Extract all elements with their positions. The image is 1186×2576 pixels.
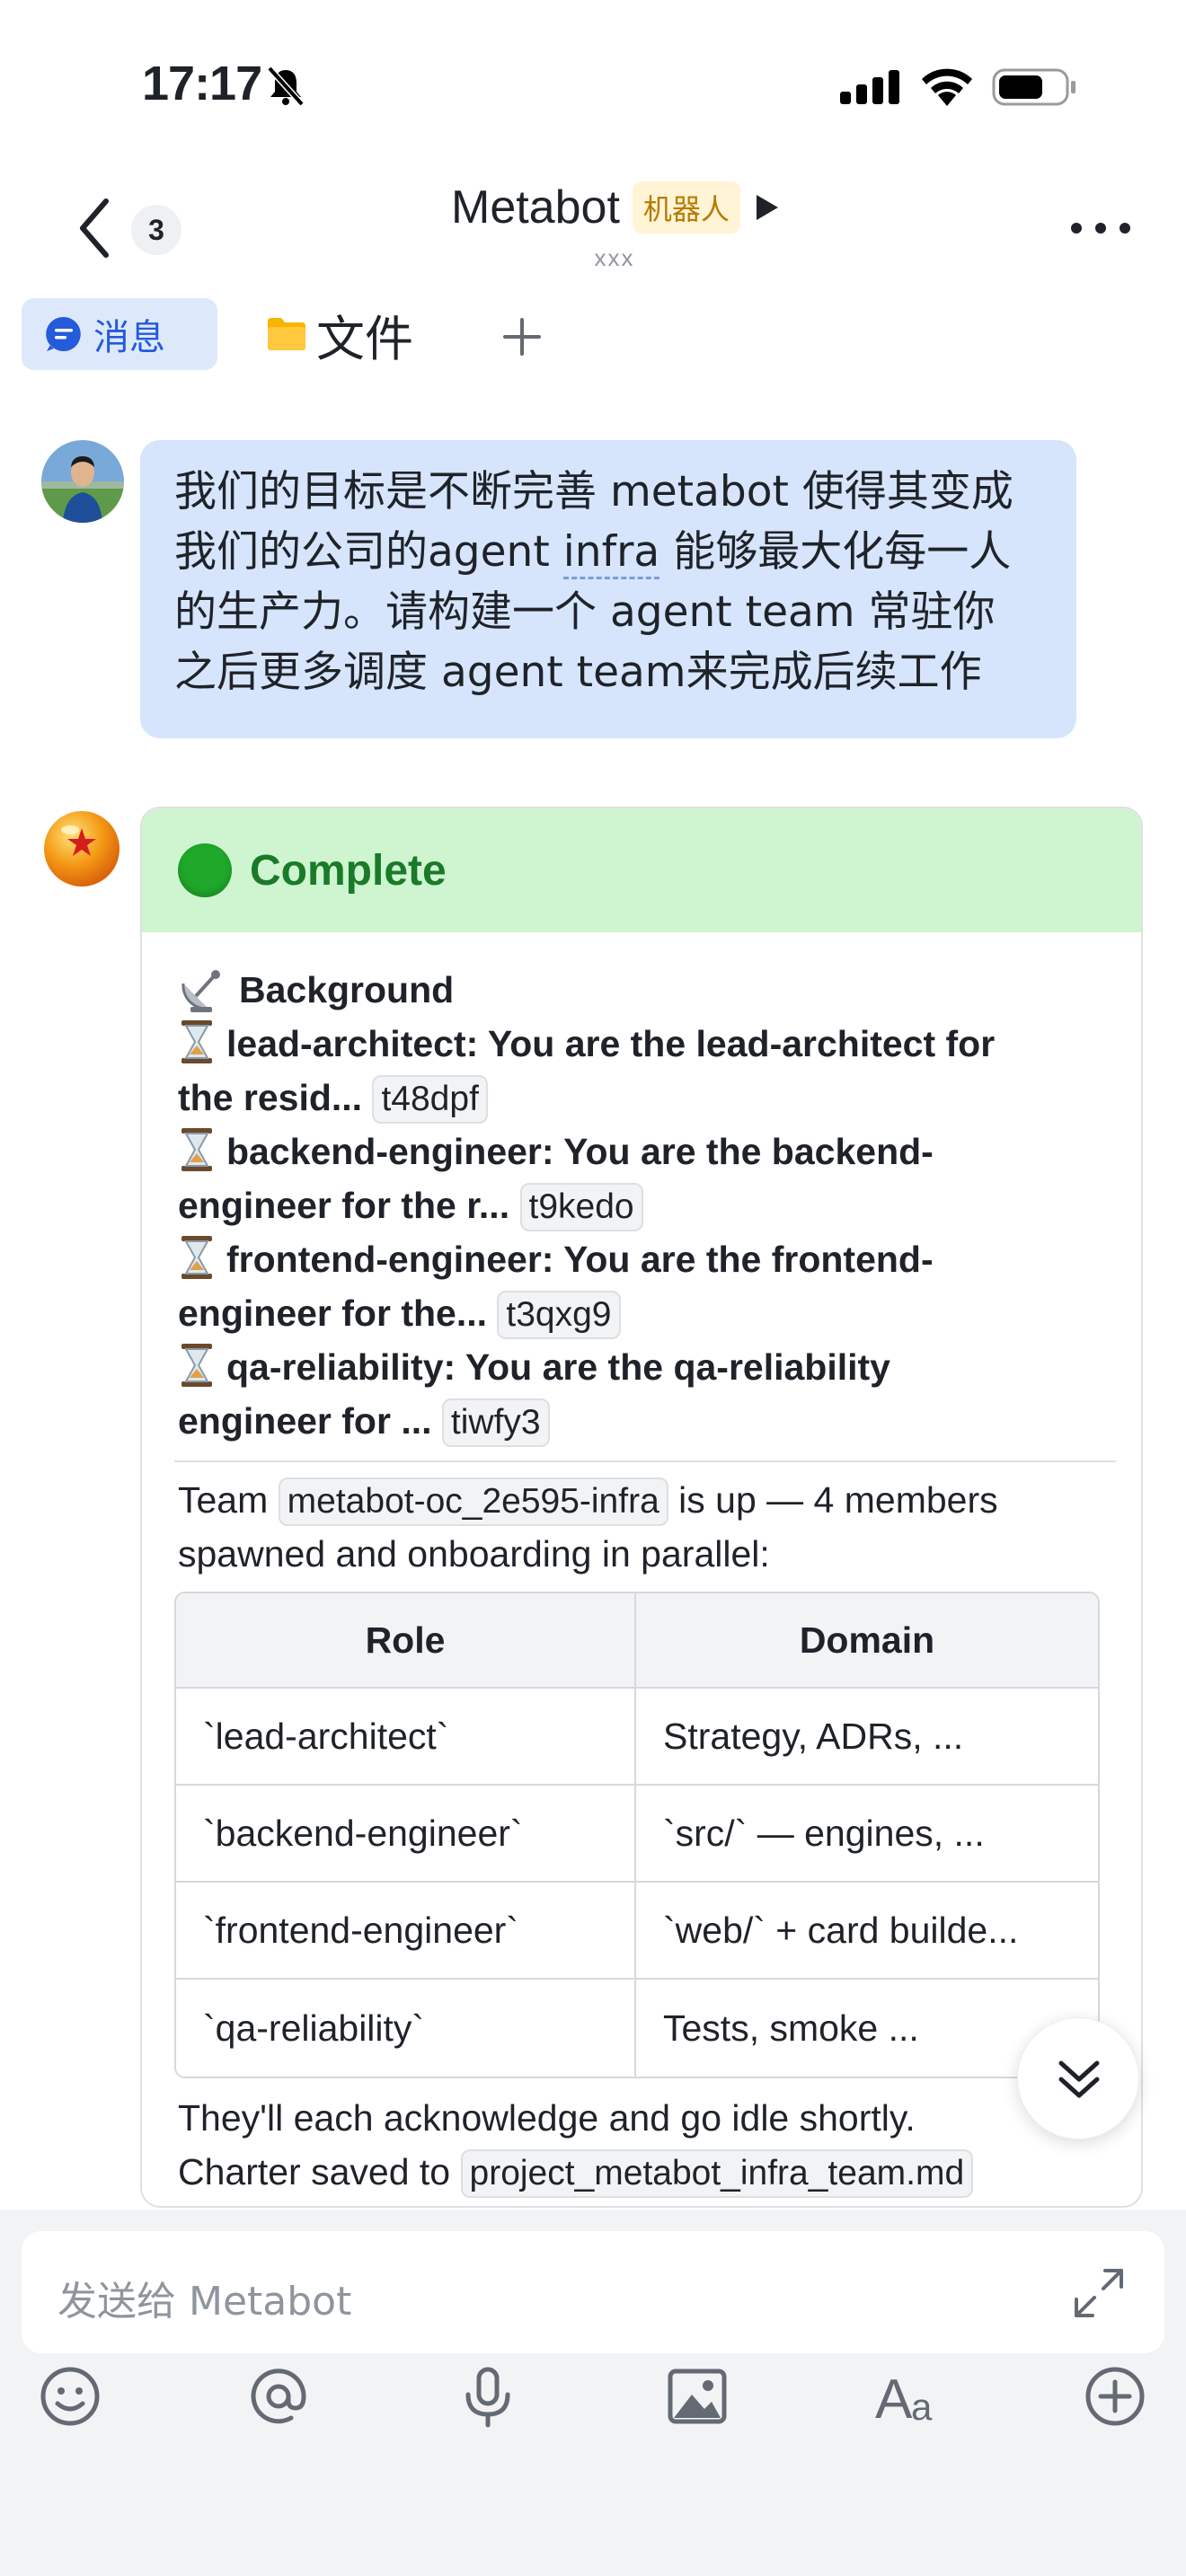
user-message-line-4: 之后更多调度 agent team来完成后续工作: [174, 648, 982, 697]
team-line-2: spawned and onboarding in parallel:: [178, 1533, 770, 1575]
card-status-title: Complete: [250, 846, 447, 895]
table-header-role: Role: [176, 1593, 636, 1689]
background-row: Background: [178, 963, 1109, 1017]
agent-id-code[interactable]: t3qxg9: [497, 1291, 621, 1339]
svg-text:a: a: [911, 2386, 933, 2428]
team-name-code[interactable]: metabot-oc_2e595-infra: [278, 1478, 668, 1526]
chat-tabs: 消息 文件: [0, 289, 1186, 375]
message-input[interactable]: 发送给 Metabot: [22, 2231, 1164, 2353]
agent-row-qa-reliability: qa-reliability: You are the qa-reliabili…: [178, 1340, 1109, 1448]
table-header-row: Role Domain: [176, 1593, 1098, 1689]
card-footer-text: They'll each acknowledge and go idle sho…: [178, 2091, 1109, 2199]
add-tab-icon[interactable]: [500, 314, 544, 359]
hourglass-icon: [181, 1344, 212, 1387]
user-message-bubble[interactable]: 我们的目标是不断完善 metabot 使得其变成 我们的公司的agent inf…: [140, 440, 1076, 738]
tab-files-label: 文件: [316, 310, 413, 367]
add-more-icon[interactable]: [1083, 2364, 1147, 2429]
agent-text-cont: engineer for ...: [178, 1400, 432, 1442]
green-circle-icon: [178, 843, 232, 897]
wifi-icon: [922, 68, 972, 106]
table-row: `qa-reliability` Tests, smoke ...: [176, 1980, 1098, 2077]
message-icon: [46, 316, 81, 351]
agent-text: lead-architect: You are the lead-archite…: [226, 1023, 996, 1064]
mention-icon[interactable]: [246, 2364, 311, 2429]
infra-link[interactable]: infra: [562, 527, 660, 579]
scroll-to-bottom-button[interactable]: [1017, 2017, 1139, 2139]
agent-text-cont: the resid...: [178, 1077, 363, 1118]
status-time: 17:17: [142, 57, 262, 110]
bot-tag: 机器人: [632, 181, 740, 234]
user-message-line-2: 我们的公司的agent infra 能够最大化每一人: [174, 522, 1042, 582]
chat-title: Metabot: [451, 181, 620, 234]
agent-id-code[interactable]: t9kedo: [519, 1183, 643, 1231]
satellite-antenna-icon: [181, 970, 220, 1012]
footer-prefix: Charter saved to: [178, 2151, 451, 2192]
hourglass-icon: [181, 1128, 212, 1171]
agent-row-lead-architect: lead-architect: You are the lead-archite…: [178, 1017, 1109, 1125]
user-message-line-3: 的生产力。请构建一个 agent team 常驻你: [174, 587, 996, 637]
table-cell-role: `qa-reliability`: [176, 1980, 636, 2077]
background-label: Background: [239, 969, 455, 1010]
user-message-line-2a: 我们的公司的agent: [174, 527, 563, 577]
roles-table: Role Domain `lead-architect` Strategy, A…: [174, 1592, 1100, 2078]
folder-icon: [268, 318, 305, 350]
agent-text-cont: engineer for the...: [178, 1292, 487, 1334]
footer-line-1: They'll each acknowledge and go idle sho…: [178, 2097, 916, 2139]
table-cell-role: `backend-engineer`: [176, 1786, 636, 1883]
bot-avatar[interactable]: [41, 808, 122, 889]
more-icon[interactable]: [1069, 219, 1132, 237]
tab-files[interactable]: 文件: [266, 298, 413, 370]
table-header-domain: Domain: [636, 1593, 1098, 1689]
user-avatar[interactable]: [41, 440, 124, 523]
table-cell-domain: `web/` + card builde...: [636, 1883, 1098, 1980]
svg-text:A: A: [875, 2369, 913, 2429]
team-prefix: Team: [178, 1479, 269, 1521]
team-status-text: Team metabot-oc_2e595-infra is up — 4 me…: [178, 1473, 1109, 1581]
user-message-line-1: 我们的目标是不断完善 metabot 使得其变成: [174, 467, 1013, 516]
table-cell-domain: `src/` — engines, ...: [636, 1786, 1098, 1883]
charter-file-code[interactable]: project_metabot_infra_team.md: [460, 2149, 974, 2198]
table-row: `lead-architect` Strategy, ADRs, ...: [176, 1689, 1098, 1786]
table-cell-role: `lead-architect`: [176, 1689, 636, 1786]
bell-muted-icon: [267, 66, 305, 107]
image-icon[interactable]: [665, 2364, 730, 2429]
status-bar: 17:17: [0, 0, 1186, 171]
message-input-placeholder: 发送给 Metabot: [58, 2279, 352, 2325]
card-body: Background lead-architect: You are the l…: [142, 932, 1141, 2199]
chat-title-row[interactable]: Metabot 机器人: [451, 176, 780, 239]
agent-text: frontend-engineer: You are the frontend-: [226, 1239, 934, 1280]
card-header: Complete: [142, 808, 1141, 932]
chat-header: 3 Metabot 机器人 xxx: [0, 171, 1186, 287]
agent-text: qa-reliability: You are the qa-reliabili…: [226, 1346, 890, 1388]
signal-icon: [840, 70, 899, 104]
hourglass-icon: [181, 1236, 212, 1279]
emoji-icon[interactable]: [38, 2364, 102, 2429]
table-cell-domain: Strategy, ADRs, ...: [636, 1689, 1098, 1786]
hourglass-icon: [181, 1020, 212, 1063]
bot-message-card: Complete Background lead-architect: You …: [140, 807, 1143, 2208]
table-row: `backend-engineer` `src/` — engines, ...: [176, 1786, 1098, 1883]
table-cell-role: `frontend-engineer`: [176, 1883, 636, 1980]
double-chevron-down-icon: [1058, 2060, 1100, 2098]
agent-text-cont: engineer for the r...: [178, 1185, 510, 1226]
chat-subtitle: xxx: [594, 244, 635, 271]
divider: [174, 1460, 1116, 1462]
text-format-icon[interactable]: A a: [873, 2364, 949, 2429]
play-icon: [756, 195, 778, 220]
table-row: `frontend-engineer` `web/` + card builde…: [176, 1883, 1098, 1980]
microphone-icon[interactable]: [456, 2364, 520, 2429]
composer-area: 发送给 Metabot A a: [0, 2210, 1186, 2576]
user-message-line-2b: 能够最大化每一人: [659, 527, 1012, 577]
agent-id-code[interactable]: t48dpf: [372, 1075, 488, 1124]
expand-icon[interactable]: [1071, 2265, 1127, 2321]
agent-id-code[interactable]: tiwfy3: [441, 1398, 550, 1447]
agent-row-backend-engineer: backend-engineer: You are the backend- e…: [178, 1125, 1109, 1232]
agent-row-frontend-engineer: frontend-engineer: You are the frontend-…: [178, 1232, 1109, 1340]
battery-icon: [992, 68, 1075, 106]
tab-messages-label: 消息: [93, 317, 165, 358]
agent-text: backend-engineer: You are the backend-: [226, 1131, 934, 1172]
tab-messages[interactable]: 消息: [22, 298, 217, 370]
team-suffix: is up — 4 members: [678, 1479, 998, 1521]
